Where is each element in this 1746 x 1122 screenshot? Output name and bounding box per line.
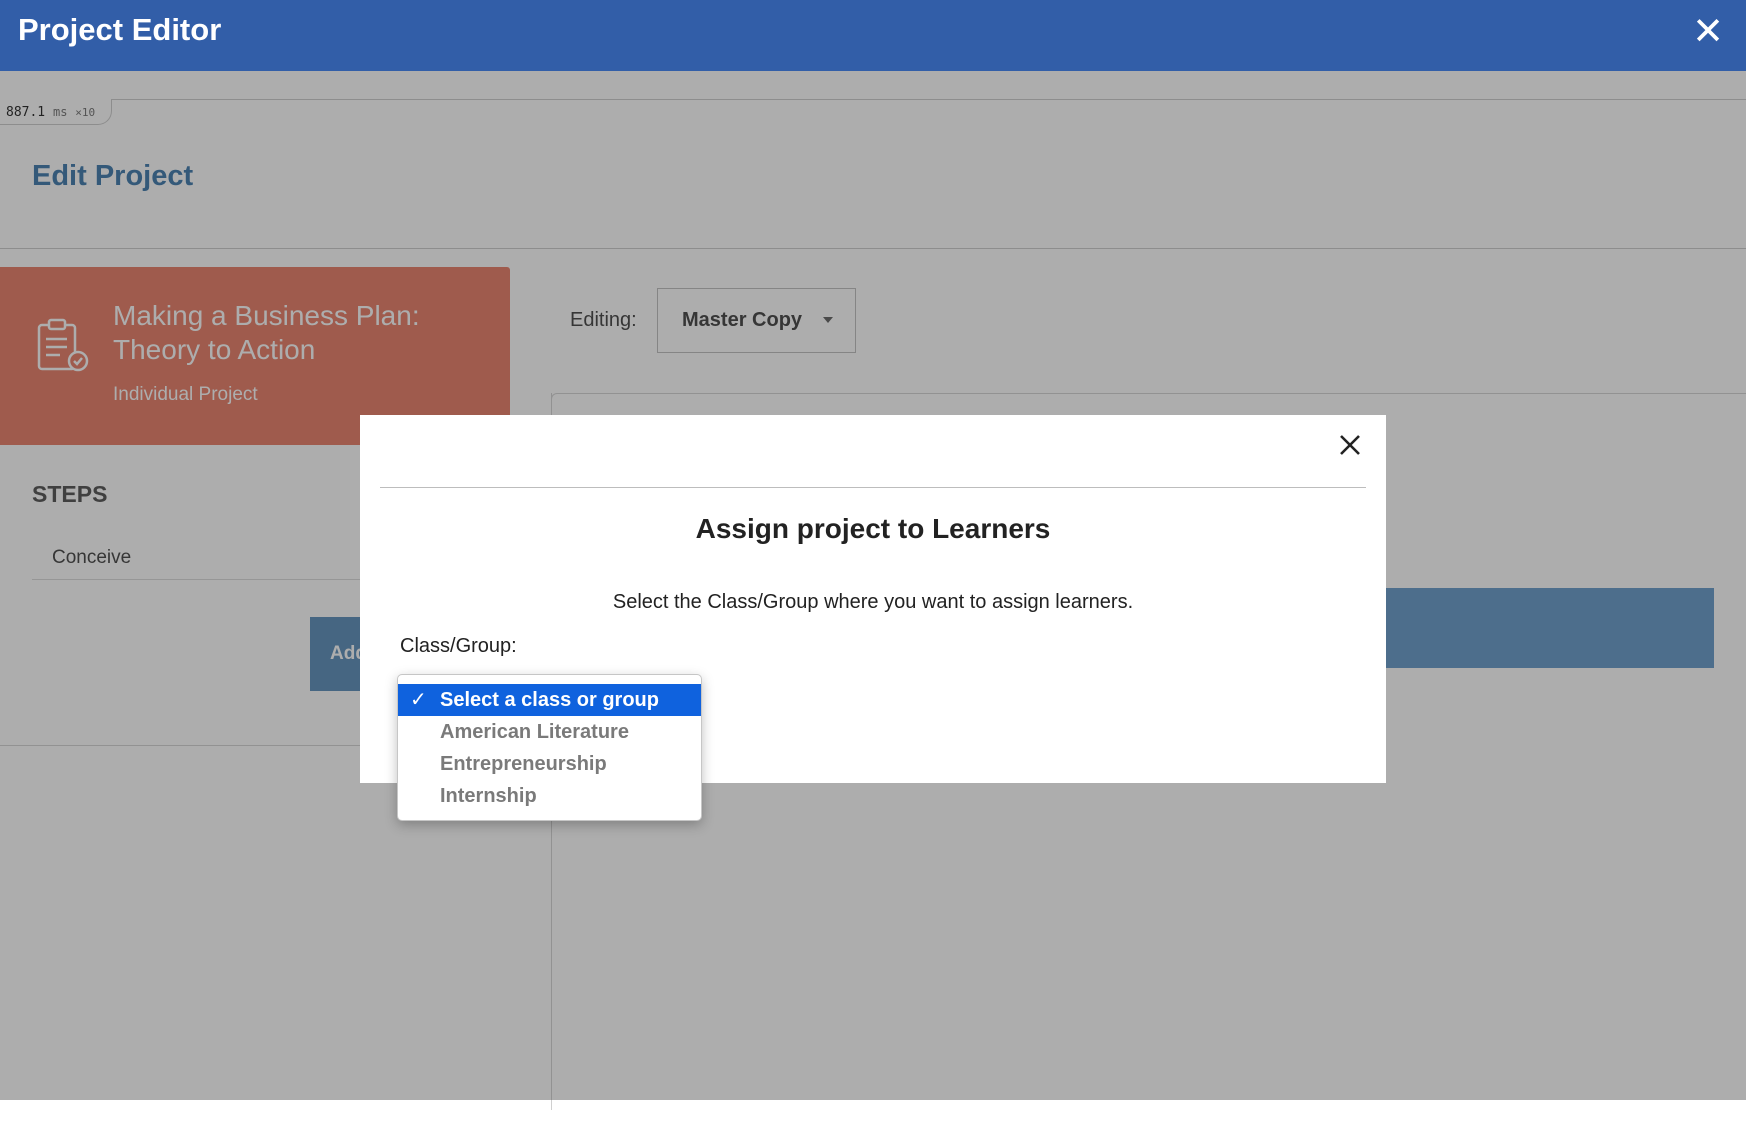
close-icon[interactable] (1334, 429, 1366, 461)
footer-strip (0, 1110, 1746, 1122)
dropdown-option-internship[interactable]: Internship (398, 780, 701, 812)
class-group-dropdown[interactable]: ✓ Select a class or group American Liter… (397, 674, 702, 821)
dropdown-option-american-literature[interactable]: American Literature (398, 716, 701, 748)
check-icon: ✓ (410, 689, 427, 711)
modal-description: Select the Class/Group where you want to… (612, 591, 1134, 613)
modal-title: Assign project to Learners (695, 513, 1051, 544)
dropdown-option-select[interactable]: ✓ Select a class or group (398, 684, 701, 716)
option-label: American Literature (440, 721, 629, 743)
option-label: Internship (440, 785, 537, 807)
app-title: Project Editor (18, 12, 222, 47)
dropdown-option-entrepreneurship[interactable]: Entrepreneurship (398, 748, 701, 780)
modal-divider (380, 487, 1366, 488)
app-header: Project Editor ✕ (0, 0, 1746, 71)
option-label: Select a class or group (440, 689, 659, 711)
option-label: Entrepreneurship (440, 753, 607, 775)
close-icon[interactable]: ✕ (1692, 10, 1724, 54)
class-group-label: Class/Group: (400, 635, 517, 657)
